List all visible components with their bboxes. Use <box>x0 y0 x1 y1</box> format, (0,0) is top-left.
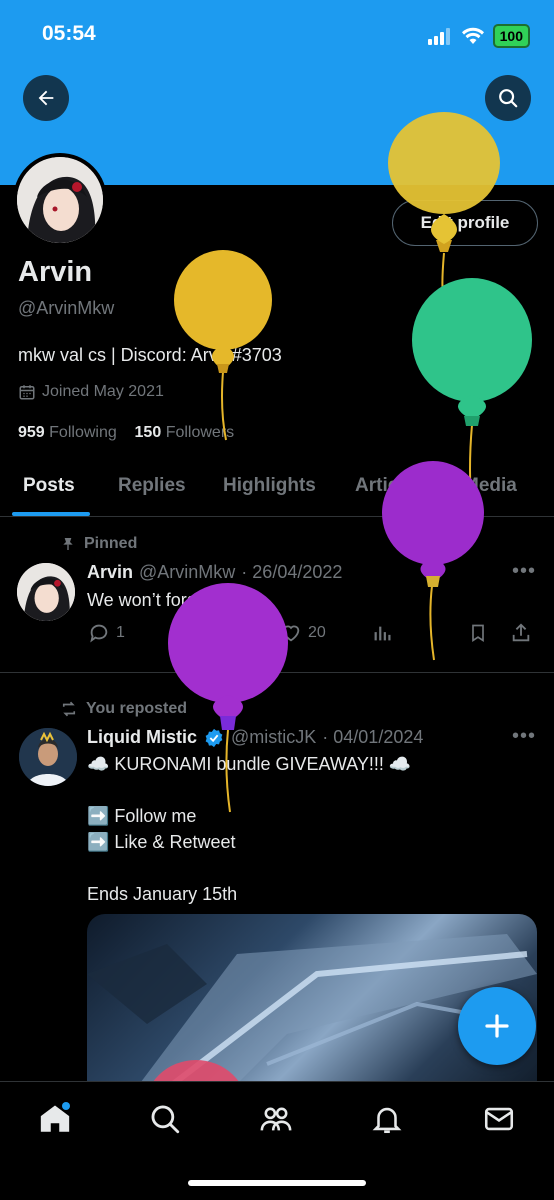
followers-count: 150 <box>134 424 162 441</box>
avatar-image <box>19 728 77 786</box>
battery-indicator: 100 <box>492 24 530 48</box>
nav-search[interactable] <box>148 1102 182 1141</box>
compose-button[interactable] <box>458 987 536 1065</box>
post-text-line: ➡️ Follow me <box>87 806 197 826</box>
post-actions: 1 1 20 <box>0 620 554 646</box>
tab-highlights[interactable]: Highlights <box>223 465 316 497</box>
nav-communities[interactable] <box>258 1102 294 1141</box>
pinned-label: Pinned <box>60 535 137 553</box>
follow-stats: 959 Following 150 Followers <box>18 424 234 442</box>
post-text-line <box>87 777 411 803</box>
post-header: Arvin @ArvinMkw · 26/04/2022 <box>87 562 342 583</box>
views-button[interactable] <box>372 622 394 644</box>
post-author-name[interactable]: Liquid Mistic <box>87 727 197 749</box>
followers-link[interactable]: 150 Followers <box>135 424 235 441</box>
verified-icon <box>205 728 223 748</box>
search-icon <box>499 89 518 108</box>
messages-icon <box>484 1107 514 1131</box>
post-date: · 04/01/2024 <box>322 727 424 747</box>
profile-handle: @ArvinMkw <box>18 298 115 318</box>
nav-notifications[interactable] <box>370 1102 404 1141</box>
more-icon[interactable]: ••• <box>512 725 536 748</box>
joined-date: Joined May 2021 <box>18 383 164 401</box>
unread-dot <box>62 1102 70 1110</box>
avatar-image <box>17 157 103 243</box>
following-label: Following <box>49 424 117 441</box>
post-text-line: ➡️ Like & Retweet <box>87 832 236 852</box>
post-header: Liquid Mistic @misticJK · 04/01/2024 <box>87 727 423 749</box>
profile-tabs: Posts Replies Highlights Articles Media <box>0 465 554 517</box>
active-tab-indicator <box>12 512 90 516</box>
following-link[interactable]: 959 Following <box>18 424 117 441</box>
avatar-image <box>17 563 75 621</box>
tab-articles[interactable]: Articles <box>355 465 425 497</box>
repost-icon <box>193 624 209 642</box>
nav-messages[interactable] <box>482 1102 516 1141</box>
tab-media[interactable]: Media <box>463 465 517 497</box>
post-text-line <box>87 855 411 881</box>
post-text-line: ☁️ KURONAMI bundle GIVEAWAY!!! ☁️ <box>87 754 412 774</box>
repost-count: 1 <box>218 624 227 641</box>
repost-context: You reposted <box>60 700 187 718</box>
tab-posts[interactable]: Posts <box>23 465 75 497</box>
repost-button[interactable]: 1 <box>190 622 227 644</box>
nav-home[interactable] <box>38 1102 72 1141</box>
views-icon <box>374 626 391 641</box>
back-button[interactable] <box>23 75 69 121</box>
back-arrow-icon <box>38 90 54 106</box>
status-time: 05:54 <box>42 22 96 45</box>
joined-text: Joined May 2021 <box>42 383 164 400</box>
notifications-icon <box>372 1107 402 1134</box>
pinned-text: Pinned <box>84 535 138 552</box>
post-author-handle: @ArvinMkw <box>139 562 236 582</box>
like-button[interactable]: 20 <box>280 622 326 644</box>
wifi-icon <box>461 27 484 44</box>
communities-icon <box>260 1107 292 1131</box>
share-icon <box>512 623 530 642</box>
status-icons: 100 <box>427 24 530 48</box>
bookmark-icon <box>472 624 484 643</box>
pin-icon <box>63 538 73 550</box>
post-divider <box>0 672 554 673</box>
followers-label: Followers <box>165 424 235 441</box>
reply-icon <box>90 624 108 643</box>
like-icon <box>282 625 300 642</box>
calendar-icon <box>19 385 35 400</box>
more-icon[interactable]: ••• <box>512 560 536 583</box>
following-count: 959 <box>18 424 45 441</box>
post-avatar[interactable] <box>17 563 75 621</box>
search-icon <box>151 1105 180 1134</box>
post-author-name[interactable]: Arvin <box>87 562 133 583</box>
post-author-handle: @misticJK <box>231 727 317 747</box>
tab-replies[interactable]: Replies <box>118 465 186 497</box>
search-button[interactable] <box>485 75 531 121</box>
bookmark-button[interactable] <box>468 622 488 644</box>
plus-icon <box>485 1014 509 1038</box>
post-text: ☁️ KURONAMI bundle GIVEAWAY!!! ☁️ ➡️ Fol… <box>87 751 411 907</box>
profile-name: Arvin <box>18 256 93 288</box>
like-count: 20 <box>308 624 326 641</box>
post-avatar[interactable] <box>19 728 77 786</box>
post-text: We won’t forget you. <box>87 590 251 610</box>
share-button[interactable] <box>510 622 532 644</box>
profile-bio: mkw val cs | Discord: Arvin#3703 <box>18 345 282 365</box>
edit-profile-button[interactable]: Edit profile <box>392 200 538 246</box>
post-text-line: Ends January 15th <box>87 884 238 904</box>
reply-count: 1 <box>116 624 125 641</box>
post-date: · 26/04/2022 <box>241 562 343 582</box>
repost-context-text: You reposted <box>86 700 188 717</box>
profile-avatar[interactable] <box>13 153 107 247</box>
home-indicator[interactable] <box>188 1180 366 1186</box>
reply-button[interactable]: 1 <box>88 622 125 644</box>
signal-icon <box>427 28 450 45</box>
repost-icon <box>62 701 76 717</box>
